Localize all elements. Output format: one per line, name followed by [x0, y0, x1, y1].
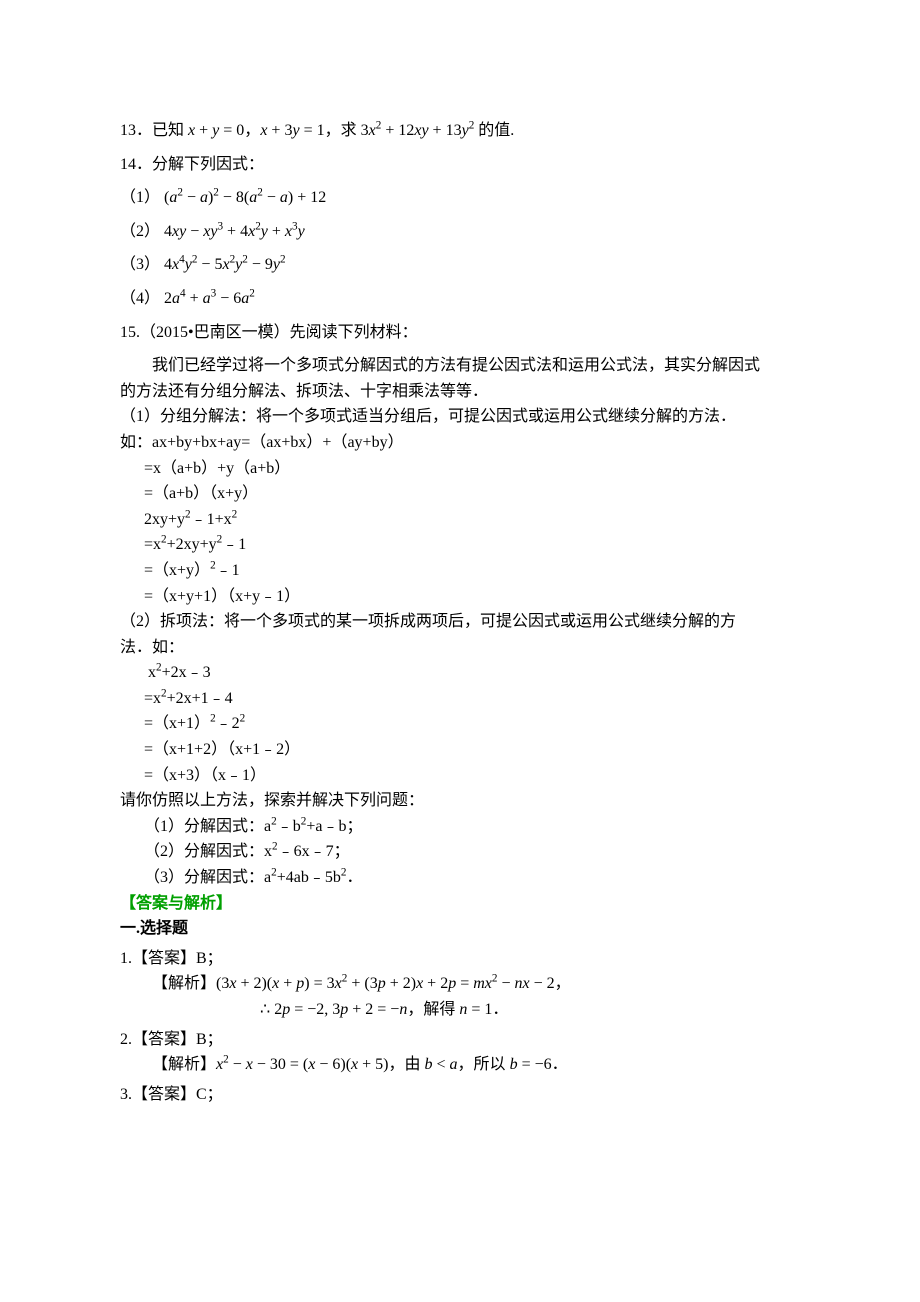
- a2-explanation: 【解析】x2 − x − 30 = (x − 6)(x + 5)，由 b < a…: [120, 1052, 800, 1078]
- a2-expl-label: 【解析】: [152, 1056, 216, 1073]
- q15-m1-line5: =（x+y）2﹣1: [120, 558, 800, 584]
- q14-part4: （4） 2a4 + a3 − 6a2: [120, 286, 800, 312]
- q13-suffix: 的值.: [474, 122, 514, 139]
- answers-heading: 【答案与解析】: [120, 891, 800, 917]
- q15-m1-line3: 2xy+y2﹣1+x2: [120, 507, 800, 533]
- question-15-title: 15.（2015•巴南区一模）先阅读下列材料：: [120, 320, 800, 346]
- q14-p1-label: （1）: [120, 189, 160, 206]
- a2-result: b = −6: [510, 1056, 552, 1073]
- q14-part3: （3） 4x4y2 − 5x2y2 − 9y2: [120, 252, 800, 278]
- a1-sep: ，: [555, 975, 571, 992]
- q15-task: 请你仿照以上方法，探索并解决下列问题：: [120, 788, 800, 814]
- a1-expr1: (3x + 2)(x + p) = 3x2 + (3p + 2)x + 2p =…: [216, 975, 555, 992]
- q13-eq1-rhs: = 0: [219, 122, 244, 139]
- q14-p1-expr: (a2 − a)2 − 8(a2 − a) + 12: [164, 189, 326, 206]
- q13-eq2-plus3: + 3: [267, 122, 292, 139]
- q14-p2-expr: 4xy − xy3 + 4x2y + x3y: [164, 223, 305, 240]
- a2-end: ．: [552, 1056, 568, 1073]
- a1-explanation: 【解析】(3x + 2)(x + p) = 3x2 + (3p + 2)x + …: [120, 971, 800, 997]
- q13-eq3: 3x2 + 12xy + 13y2: [361, 122, 475, 139]
- a1-expl-label: 【解析】: [152, 975, 216, 992]
- a2-mid1: ，由: [389, 1056, 425, 1073]
- question-13: 13．已知 x + y = 0，x + 3y = 1，求 3x2 + 12xy …: [120, 118, 800, 144]
- q15-m1-line1: =x（a+b）+y（a+b）: [120, 456, 800, 482]
- q15-m2-head-line1: （2）拆项法：将一个多项式的某一项拆成两项后，可提公因式或运用公式继续分解的方: [120, 613, 736, 630]
- answer-2: 2.【答案】B； 【解析】x2 − x − 30 = (x − 6)(x + 5…: [120, 1027, 800, 1078]
- a1-line2: ∴ 2p = −2, 3p + 2 = −n，解得 n = 1．: [120, 997, 800, 1023]
- a1-mid: ，解得: [407, 1001, 459, 1018]
- q15-task1: （1）分解因式：a2﹣b2+a﹣b；: [120, 814, 800, 840]
- q14-p2-label: （2）: [120, 223, 160, 240]
- q15-m2-line0: x2+2x﹣3: [120, 660, 800, 686]
- q15-task2: （2）分解因式：x2﹣6x﹣7；: [120, 839, 800, 865]
- a3-label: 3.【答案】C；: [120, 1082, 800, 1108]
- a2-mid2: ，所以: [458, 1056, 510, 1073]
- a2-label: 2.【答案】B；: [120, 1027, 800, 1053]
- answers-section: 一.选择题: [120, 916, 800, 942]
- q15-intro: 我们已经学过将一个多项式分解因式的方法有提公因式法和运用公式法，其实分解因式 的…: [120, 353, 800, 404]
- q15-task3: （3）分解因式：a2+4ab﹣5b2．: [120, 865, 800, 891]
- a2-cond: b < a: [425, 1056, 458, 1073]
- answer-1: 1.【答案】B； 【解析】(3x + 2)(x + p) = 3x2 + (3p…: [120, 946, 800, 1023]
- q13-prefix: 13．已知: [120, 122, 188, 139]
- q13-sep2: ，求: [325, 122, 361, 139]
- a1-end: ．: [492, 1001, 508, 1018]
- q13-sep1: ，: [244, 122, 260, 139]
- q13-eq2-rhs: = 1: [300, 122, 325, 139]
- a1-therefore: ∴: [260, 1001, 274, 1018]
- q15-m2-line4: =（x+3）（x﹣1）: [120, 763, 800, 789]
- q15-m2-head-line2: 法．如：: [120, 639, 184, 656]
- q14-p3-label: （3）: [120, 256, 160, 273]
- question-14-title: 14．分解下列因式：: [120, 152, 800, 178]
- q14-part1: （1） (a2 − a)2 − 8(a2 − a) + 12: [120, 185, 800, 211]
- document-page: 13．已知 x + y = 0，x + 3y = 1，求 3x2 + 12xy …: [0, 0, 920, 1302]
- q14-p4-label: （4）: [120, 290, 160, 307]
- a1-eqs: 2p = −2, 3p + 2 = −n: [274, 1001, 407, 1018]
- q15-m1-line0: 如：ax+by+bx+ay=（ax+bx）+（ay+by）: [120, 430, 800, 456]
- q15-m1-line2: =（a+b）（x+y）: [120, 481, 800, 507]
- q15-m2-line1: =x2+2x+1﹣4: [120, 686, 800, 712]
- q14-part2: （2） 4xy − xy3 + 4x2y + x3y: [120, 219, 800, 245]
- q13-eq2-y: y: [292, 122, 299, 139]
- q14-p3-expr: 4x4y2 − 5x2y2 − 9y2: [164, 256, 286, 273]
- q15-method1-head: （1）分组分解法：将一个多项式适当分组后，可提公因式或运用公式继续分解的方法．: [120, 404, 800, 430]
- q15-m2-line2: =（x+1）2﹣22: [120, 711, 800, 737]
- a1-label: 1.【答案】B；: [120, 946, 800, 972]
- q13-eq1-plus: +: [195, 122, 212, 139]
- q15-m1-line6: =（x+y+1）（x+y﹣1）: [120, 584, 800, 610]
- q15-m2-line3: =（x+1+2）（x+1﹣2）: [120, 737, 800, 763]
- q14-p4-expr: 2a4 + a3 − 6a2: [164, 290, 255, 307]
- q15-method2-head: （2）拆项法：将一个多项式的某一项拆成两项后，可提公因式或运用公式继续分解的方 …: [120, 609, 800, 660]
- q15-intro-line2: 的方法还有分组分解法、拆项法、十字相乘法等等．: [120, 383, 488, 400]
- a1-result: n = 1: [459, 1001, 492, 1018]
- answer-3: 3.【答案】C；: [120, 1082, 800, 1108]
- a2-expr: x2 − x − 30 = (x − 6)(x + 5): [216, 1056, 388, 1073]
- q15-intro-line1: 我们已经学过将一个多项式分解因式的方法有提公因式法和运用公式法，其实分解因式: [152, 357, 760, 374]
- q15-m1-line4: =x2+2xy+y2﹣1: [120, 532, 800, 558]
